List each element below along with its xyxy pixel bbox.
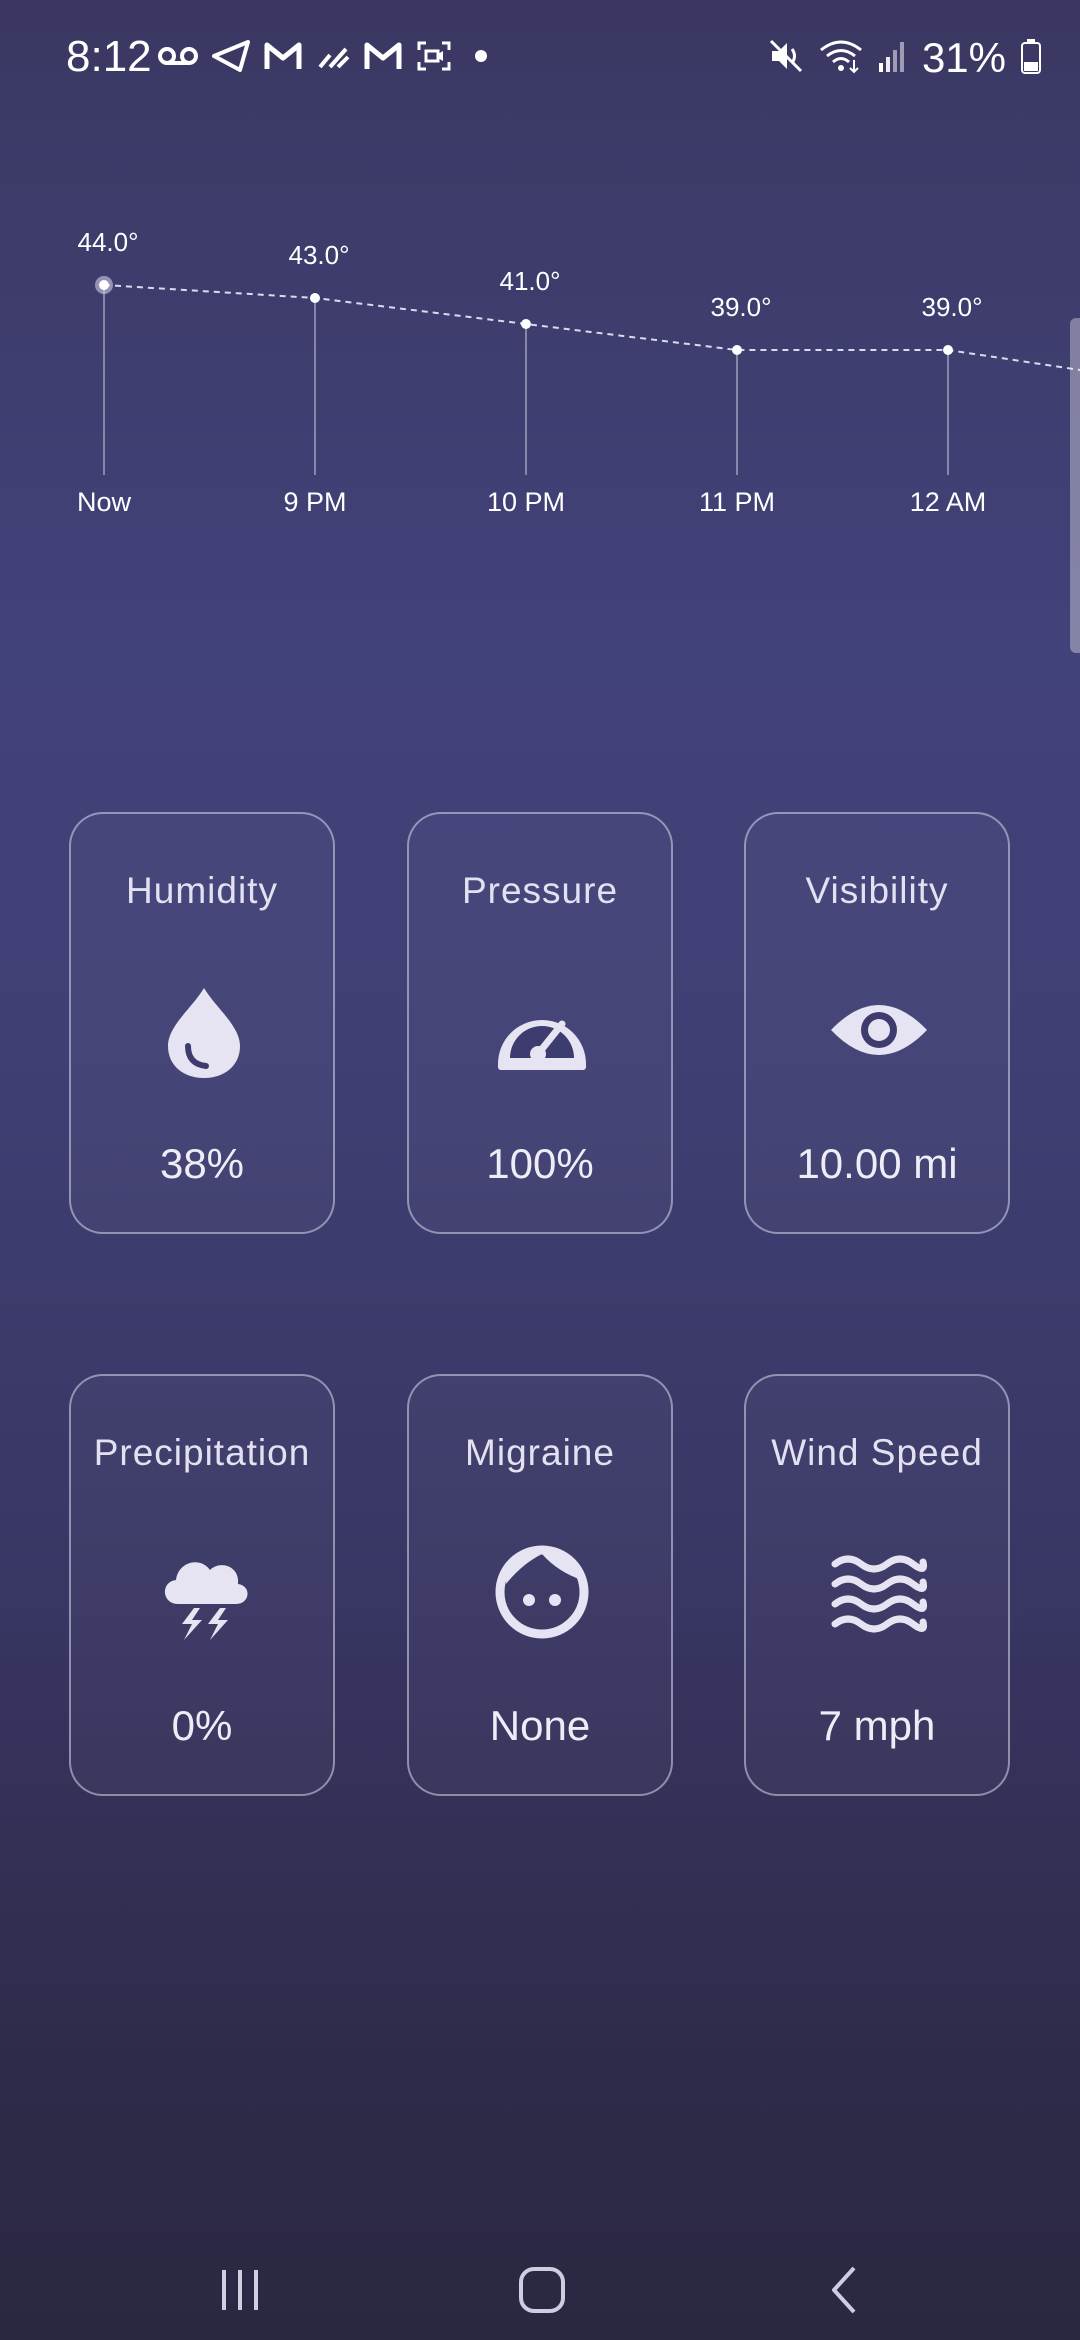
hourly-temperature-chart[interactable]: 44.0° Now 43.0° 9 PM 41.0° 10 PM 39.0° 11 PM 39.… bbox=[0, 200, 1080, 540]
send-icon bbox=[212, 40, 250, 72]
status-bar: 8:12 31% bbox=[0, 0, 1080, 120]
voicemail-icon bbox=[158, 44, 198, 68]
hour-label: Now bbox=[77, 487, 132, 517]
migraine-card[interactable]: Migraine None bbox=[407, 1374, 673, 1796]
sparkle-icon bbox=[316, 41, 350, 71]
recent-apps-icon bbox=[222, 2270, 258, 2310]
visibility-card[interactable]: Visibility 10.00 mi bbox=[744, 812, 1010, 1234]
card-title: Migraine bbox=[465, 1432, 615, 1473]
gmail-icon bbox=[364, 41, 402, 71]
card-value: 0% bbox=[171, 1702, 233, 1749]
mute-icon bbox=[768, 38, 804, 79]
notification-icons bbox=[158, 40, 492, 72]
temperature-label: 39.0° bbox=[921, 292, 982, 322]
hour-label: 11 PM bbox=[699, 487, 775, 517]
battery-icon bbox=[1020, 38, 1042, 79]
system-icons: 31% bbox=[768, 34, 1042, 82]
screen-record-icon bbox=[416, 40, 452, 72]
temperature-point bbox=[943, 345, 953, 355]
card-value: 38% bbox=[159, 1140, 245, 1187]
back-button[interactable] bbox=[806, 2250, 886, 2330]
temperature-label: 39.0° bbox=[710, 292, 771, 322]
home-button[interactable] bbox=[502, 2250, 582, 2330]
wind-waves-icon bbox=[831, 1555, 927, 1633]
scrollbar-thumb[interactable] bbox=[1070, 318, 1080, 653]
temperature-label: 41.0° bbox=[499, 266, 560, 296]
hour-label: 9 PM bbox=[283, 487, 346, 517]
signal-icon bbox=[878, 39, 908, 78]
speedometer-icon bbox=[498, 1020, 586, 1070]
card-title: Humidity bbox=[126, 870, 278, 911]
card-title: Pressure bbox=[461, 870, 619, 911]
temperature-label: 44.0° bbox=[77, 227, 138, 257]
card-title: Precipitation bbox=[93, 1432, 311, 1473]
card-value: 10.00 mi bbox=[796, 1140, 958, 1187]
home-icon bbox=[519, 2267, 565, 2313]
card-value: 7 mph bbox=[818, 1702, 936, 1749]
status-time: 8:12 bbox=[66, 32, 152, 81]
thunderstorm-icon bbox=[164, 1562, 248, 1640]
recent-apps-button[interactable] bbox=[200, 2250, 280, 2330]
battery-percent: 31% bbox=[921, 34, 1006, 81]
temperature-point bbox=[521, 319, 531, 329]
wind-speed-card[interactable]: Wind Speed 7 mph bbox=[744, 1374, 1010, 1796]
temperature-point bbox=[310, 293, 320, 303]
eye-icon bbox=[831, 1005, 927, 1055]
humidity-card[interactable]: Humidity 38% bbox=[69, 812, 335, 1234]
card-title: Wind Speed bbox=[771, 1432, 983, 1473]
card-title: Visibility bbox=[805, 870, 949, 911]
temperature-label: 43.0° bbox=[288, 240, 349, 270]
wifi-icon bbox=[818, 38, 864, 79]
back-icon bbox=[832, 2266, 856, 2314]
face-icon bbox=[495, 1545, 589, 1639]
precipitation-card[interactable]: Precipitation 0% bbox=[69, 1374, 335, 1796]
gmail-icon bbox=[264, 41, 302, 71]
pressure-card[interactable]: Pressure 100% bbox=[407, 812, 673, 1234]
dot-icon bbox=[466, 46, 492, 66]
card-value: None bbox=[489, 1702, 591, 1749]
temperature-point bbox=[732, 345, 742, 355]
card-value: 100% bbox=[486, 1140, 594, 1187]
hour-label: 10 PM bbox=[487, 487, 565, 517]
navigation-bar bbox=[0, 2220, 1080, 2340]
hour-label: 12 AM bbox=[910, 487, 987, 517]
temperature-point bbox=[99, 280, 109, 290]
water-drop-icon bbox=[168, 988, 240, 1078]
